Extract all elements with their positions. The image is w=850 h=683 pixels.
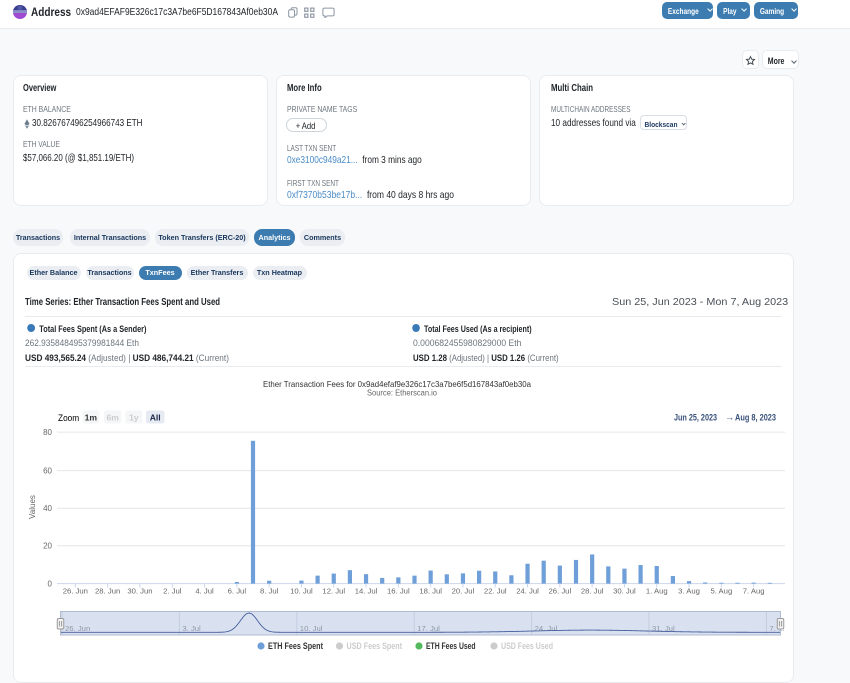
svg-text:USD Fees Used: USD Fees Used xyxy=(501,641,553,651)
svg-text:0: 0 xyxy=(48,579,53,588)
svg-text:40: 40 xyxy=(43,504,52,513)
svg-text:24. Jul: 24. Jul xyxy=(535,624,558,633)
svg-text:28. Jun: 28. Jun xyxy=(95,587,120,596)
svg-text:18. Jul: 18. Jul xyxy=(419,587,442,596)
svg-text:1m: 1m xyxy=(85,412,98,422)
svg-text:Jun 25, 2023: Jun 25, 2023 xyxy=(674,412,717,423)
svg-text:26. Jun: 26. Jun xyxy=(63,587,88,596)
svg-text:16. Jul: 16. Jul xyxy=(387,587,410,596)
svg-text:3. Aug: 3. Aug xyxy=(678,587,700,596)
svg-text:3. Jul: 3. Jul xyxy=(182,624,201,633)
svg-text:ETH Fees Used: ETH Fees Used xyxy=(426,641,476,651)
svg-text:17. Jul: 17. Jul xyxy=(417,624,440,633)
svg-text:60: 60 xyxy=(43,466,52,475)
svg-text:→: → xyxy=(725,412,734,423)
svg-text:Source: Etherscan.io: Source: Etherscan.io xyxy=(367,389,438,398)
svg-text:12. Jul: 12. Jul xyxy=(322,587,345,596)
svg-text:7. Aug: 7. Aug xyxy=(743,587,765,596)
svg-text:30. Jul: 30. Jul xyxy=(613,587,636,596)
svg-text:8. Jul: 8. Jul xyxy=(260,587,279,596)
svg-text:ETH Fees Spent: ETH Fees Spent xyxy=(268,641,323,651)
svg-text:1y: 1y xyxy=(129,412,139,422)
svg-text:10. Jul: 10. Jul xyxy=(290,587,313,596)
svg-text:6. Jul: 6. Jul xyxy=(228,587,247,596)
svg-text:5. Aug: 5. Aug xyxy=(710,587,732,596)
svg-text:Ether Transaction Fees for 0x9: Ether Transaction Fees for 0x9ad4efaf9e3… xyxy=(263,379,531,389)
svg-text:26. Jul: 26. Jul xyxy=(549,587,572,596)
svg-text:All: All xyxy=(150,412,161,422)
svg-text:Aug 8, 2023: Aug 8, 2023 xyxy=(735,412,776,423)
svg-text:1. Aug: 1. Aug xyxy=(646,587,668,596)
svg-text:Zoom: Zoom xyxy=(58,413,79,423)
svg-text:22. Jul: 22. Jul xyxy=(484,587,507,596)
svg-text:24. Jul: 24. Jul xyxy=(516,587,539,596)
svg-text:30. Jun: 30. Jun xyxy=(127,587,152,596)
svg-text:USD Fees Spent: USD Fees Spent xyxy=(347,641,403,651)
svg-text:20: 20 xyxy=(43,542,52,551)
svg-text:4. Jul: 4. Jul xyxy=(195,587,214,596)
svg-text:2. Jul: 2. Jul xyxy=(163,587,182,596)
svg-text:10. Jul: 10. Jul xyxy=(300,624,323,633)
svg-text:80: 80 xyxy=(43,428,52,437)
svg-text:6m: 6m xyxy=(106,412,119,422)
svg-text:28. Jul: 28. Jul xyxy=(581,587,604,596)
svg-text:26. Jun: 26. Jun xyxy=(65,624,90,633)
svg-text:20. Jul: 20. Jul xyxy=(452,587,475,596)
svg-text:14. Jul: 14. Jul xyxy=(355,587,378,596)
svg-text:Values: Values xyxy=(28,495,37,519)
